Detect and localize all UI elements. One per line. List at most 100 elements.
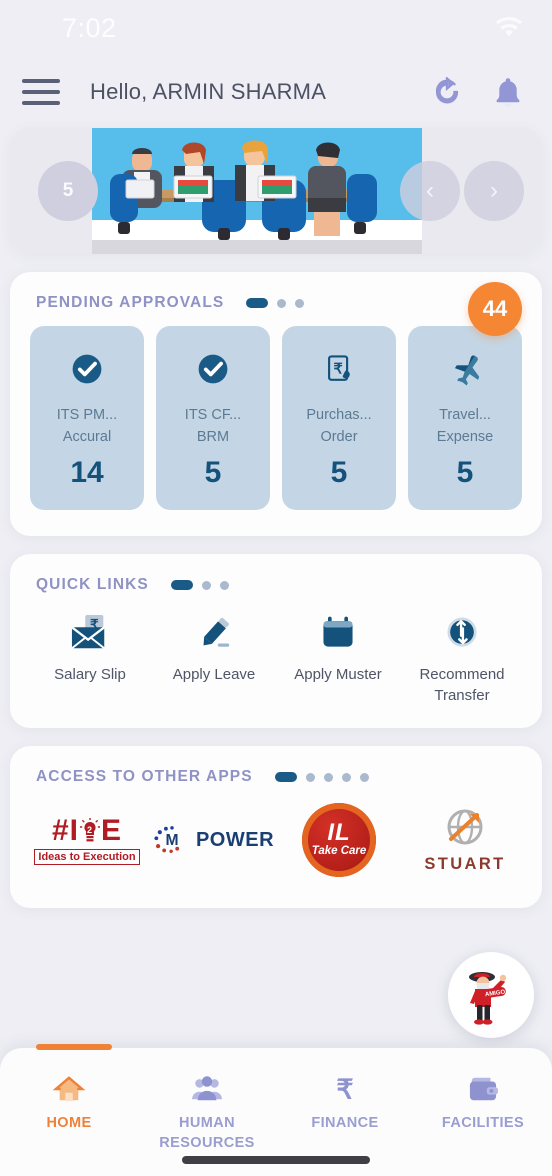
quick-link-label: Salary Slip: [54, 666, 126, 683]
pager-dot[interactable]: [246, 298, 269, 308]
quick-link-label: Apply Leave: [172, 666, 256, 683]
mpower-logo: M POWER: [152, 822, 274, 858]
approval-line-1: Purchas...: [306, 407, 372, 423]
section-title: PENDING APPROVALS: [36, 294, 225, 311]
approval-tile[interactable]: ₹ Purchas... Order 5: [282, 326, 396, 510]
nav-item-facilities[interactable]: FACILITIES: [414, 1072, 552, 1153]
quick-link-apply-leave[interactable]: Apply Leave: [152, 606, 276, 706]
quick-link-apply-muster[interactable]: Apply Muster: [276, 606, 400, 706]
rupee-icon: ₹: [331, 1072, 359, 1106]
pencil-icon: [193, 606, 235, 652]
pager-dot[interactable]: [219, 580, 229, 590]
quick-link-label: Apply Muster: [294, 666, 382, 683]
approval-line-2: Expense: [436, 429, 494, 445]
greeting-text: Hello, ARMIN SHARMA: [90, 79, 327, 104]
nav-active-indicator: [36, 1044, 112, 1050]
amigo-mascot-icon: AMIGO: [469, 972, 507, 1025]
svg-text:₹: ₹: [334, 362, 343, 378]
home-indicator[interactable]: [182, 1156, 370, 1164]
other-apps-list: #I 2 E Ideas to Execution M POWER IL Tak…: [10, 792, 542, 908]
status-time: 7:02: [62, 12, 117, 43]
banner-prev-button[interactable]: ‹: [400, 161, 460, 221]
nav-item-finance[interactable]: ₹ FINANCE: [276, 1072, 414, 1153]
bottom-navigation: HOME HUMAN RESOURCES ₹ FINANCE FACILITIE…: [0, 1044, 552, 1176]
approval-tile[interactable]: ITS PM... Accural 14: [30, 326, 144, 510]
approval-count: 5: [456, 456, 474, 489]
check-circle-icon: [195, 348, 231, 390]
transfer-arrows-icon: [442, 606, 482, 652]
quick-links-list: ₹ Salary Slip Apply Leave Apply Muster R…: [10, 600, 542, 728]
quick-link-recommend-transfer[interactable]: Recommend Transfer: [400, 606, 524, 706]
hamburger-menu-icon[interactable]: [22, 79, 60, 105]
approval-tile[interactable]: Travel... Expense 5: [408, 326, 522, 510]
pager-dot[interactable]: [341, 772, 351, 782]
amigo-mascot-button[interactable]: AMIGO: [448, 952, 534, 1038]
mpower-dots-icon: M: [154, 826, 180, 854]
other-apps-card: ACCESS TO OTHER APPS #I 2 E Ideas to Exe…: [10, 746, 542, 908]
banner-next-button[interactable]: ›: [464, 161, 524, 221]
wallet-icon: [467, 1072, 499, 1106]
approval-count: 14: [70, 456, 104, 489]
app-screen: 7:02 Hello, ARMIN SHARMA 5 ‹ › 44 PENDIN…: [0, 0, 552, 1176]
approval-line-2: Order: [320, 429, 358, 445]
status-indicators: [494, 17, 524, 39]
svg-text:₹: ₹: [336, 1075, 353, 1103]
airplane-icon: [446, 348, 484, 390]
approval-line-2: BRM: [196, 429, 230, 445]
stuart-wordmark: STUART: [424, 855, 506, 873]
pending-approvals-badge[interactable]: 44: [468, 282, 522, 336]
i2e-logo-mark: #I 2 E: [34, 813, 139, 847]
app-i2e[interactable]: #I 2 E Ideas to Execution: [24, 802, 150, 878]
bell-icon[interactable]: [494, 76, 522, 108]
other-apps-header: ACCESS TO OTHER APPS: [10, 746, 542, 792]
app-mpower[interactable]: M POWER: [150, 802, 276, 878]
pager-dot[interactable]: [201, 580, 211, 590]
other-apps-pager[interactable]: [274, 772, 369, 782]
scroll-body[interactable]: 5 ‹ › 44 PENDING APPROVALS ITS PM... Acc…: [0, 128, 552, 1176]
approval-tile[interactable]: ITS CF... BRM 5: [156, 326, 270, 510]
refresh-icon[interactable]: [432, 76, 462, 107]
pending-approvals-list: ITS PM... Accural 14 ITS CF... BRM 5 ₹ P…: [10, 318, 542, 510]
approval-count: 5: [204, 456, 222, 489]
app-bar: Hello, ARMIN SHARMA: [0, 56, 552, 128]
nav-label: HOME: [46, 1115, 92, 1131]
nav-item-human-resources[interactable]: HUMAN RESOURCES: [138, 1072, 276, 1153]
rupee-document-icon: ₹: [321, 348, 357, 390]
pager-dot[interactable]: [277, 298, 287, 308]
pager-dot[interactable]: [170, 580, 193, 590]
il-wordmark: IL: [327, 819, 351, 846]
check-circle-icon: [69, 348, 105, 390]
salary-envelope-icon: ₹: [69, 606, 111, 652]
wifi-icon: [494, 17, 524, 39]
quick-links-pager[interactable]: [170, 580, 229, 590]
app-stuart[interactable]: STUART: [402, 802, 528, 878]
pending-approvals-card: 44 PENDING APPROVALS ITS PM... Accural 1…: [10, 272, 542, 536]
quick-link-salary-slip[interactable]: ₹ Salary Slip: [28, 606, 152, 706]
approval-line-2: Accural: [62, 429, 112, 445]
pager-dot[interactable]: [305, 772, 315, 782]
lightbulb-icon: 2: [79, 816, 101, 844]
svg-text:2: 2: [87, 825, 93, 835]
section-title: ACCESS TO OTHER APPS: [36, 768, 253, 785]
home-icon: [53, 1072, 85, 1106]
pager-dot[interactable]: [359, 772, 369, 782]
nav-item-home[interactable]: HOME: [0, 1072, 138, 1153]
globe-arrow-icon: [441, 809, 489, 854]
banner-carousel[interactable]: 5 ‹ ›: [10, 128, 542, 254]
nav-label: HUMAN RESOURCES: [159, 1115, 255, 1151]
status-bar: 7:02: [0, 0, 552, 56]
take-care-wordmark: Take Care: [311, 845, 367, 857]
approval-line-1: Travel...: [439, 407, 491, 423]
il-take-care-logo: IL Take Care: [302, 803, 376, 877]
nav-label: FINANCE: [311, 1115, 379, 1131]
pager-dot[interactable]: [295, 298, 305, 308]
pending-approvals-pager[interactable]: [246, 298, 305, 308]
banner-counter: 5: [38, 161, 98, 221]
quick-links-card: QUICK LINKS ₹ Salary Slip Apply Leave Ap…: [10, 554, 542, 728]
pager-dot[interactable]: [323, 772, 333, 782]
i2e-suffix: E: [101, 813, 123, 847]
pager-dot[interactable]: [274, 772, 297, 782]
app-il-take-care[interactable]: IL Take Care: [276, 802, 402, 878]
i2e-logo: #I 2 E Ideas to Execution: [34, 813, 140, 865]
approval-line-1: ITS PM...: [56, 407, 118, 423]
